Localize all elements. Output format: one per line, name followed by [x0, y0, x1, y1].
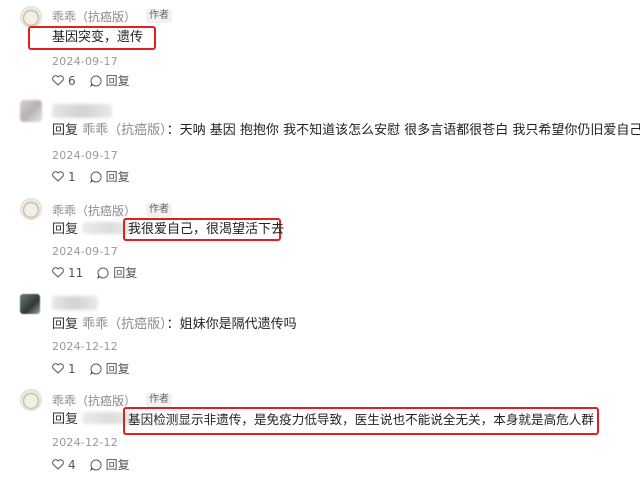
reply-button[interactable]: 回复	[89, 72, 130, 89]
comment-body: 基因检测显示非遗传，是免疫力低导致，医生说也不能说全无关，本身就是高危人群	[128, 412, 594, 427]
author-badge: 作者	[146, 9, 172, 23]
heart-icon	[52, 267, 64, 278]
heart-icon	[52, 363, 64, 374]
like-button[interactable]: 4	[52, 458, 76, 472]
comment-username[interactable]: 乖乖（抗癌版）	[52, 202, 136, 219]
comment-date: 2024-12-12	[52, 436, 118, 449]
comment-actions: 4 回复	[52, 456, 130, 473]
author-badge: 作者	[146, 393, 172, 407]
reply-button[interactable]: 回复	[89, 456, 130, 473]
reply-label: 回复	[113, 266, 138, 280]
speech-bubble-icon	[89, 362, 102, 375]
author-avatar[interactable]	[20, 198, 42, 220]
reply-label: 回复	[105, 458, 130, 472]
like-button[interactable]: 1	[52, 170, 76, 184]
user-avatar[interactable]	[20, 100, 42, 122]
comment-username-blurred[interactable]	[52, 296, 98, 310]
comment-date: 2024-09-17	[52, 149, 118, 162]
reply-prefix: 回复	[52, 317, 79, 332]
author-avatar[interactable]	[20, 6, 42, 28]
comment-body: ：天呐 基因 抱抱你 我不知道该怎么安慰 很多言语都很苍白 我只希望你仍旧爱自己	[166, 123, 640, 138]
comment-date: 2024-12-12	[52, 340, 118, 353]
reply-button[interactable]: 回复	[89, 168, 130, 185]
reply-prefix: 回复	[52, 412, 79, 427]
comment-username-blurred[interactable]	[52, 104, 112, 118]
like-count: 1	[68, 169, 76, 184]
comment-actions: 6 回复	[52, 72, 130, 89]
mention-username[interactable]: 乖乖（抗癌版）	[82, 317, 167, 332]
reply-button[interactable]: 回复	[89, 360, 130, 377]
comment-text: 回复 乖乖（抗癌版）：天呐 基因 抱抱你 我不知道该怎么安慰 很多言语都很苍白 …	[52, 122, 640, 140]
heart-icon	[52, 459, 64, 470]
comment-text: 回复 乖乖（抗癌版）：姐妹你是隔代遗传吗	[52, 316, 297, 334]
comment-username[interactable]: 乖乖（抗癌版）	[52, 8, 136, 25]
author-avatar[interactable]	[20, 389, 42, 411]
like-button[interactable]: 1	[52, 362, 76, 376]
comment-date: 2024-09-17	[52, 55, 118, 68]
speech-bubble-icon	[97, 266, 109, 279]
reply-prefix: 回复	[52, 222, 79, 237]
speech-bubble-icon	[89, 74, 102, 87]
reply-button[interactable]: 回复	[97, 264, 137, 281]
author-badge: 作者	[146, 203, 172, 217]
reply-label: 回复	[105, 362, 130, 376]
like-button[interactable]: 11	[52, 266, 83, 280]
like-count: 1	[68, 361, 76, 376]
heart-icon	[52, 171, 64, 182]
comment-date: 2024-09-17	[52, 245, 118, 258]
speech-bubble-icon	[89, 458, 102, 471]
reply-label: 回复	[105, 170, 130, 184]
comment-body: ：姐妹你是隔代遗传吗	[166, 317, 297, 332]
like-count: 4	[68, 457, 76, 472]
comment-actions: 11 回复	[52, 264, 137, 281]
user-avatar[interactable]	[20, 294, 40, 314]
like-button[interactable]: 6	[52, 74, 76, 88]
comment-text: 基因突变，遗传	[52, 30, 144, 45]
comment-actions: 1 回复	[52, 360, 130, 377]
reply-label: 回复	[105, 74, 130, 88]
comment-body: 我很爱自己，很渴望活下去	[128, 222, 285, 237]
mention-username[interactable]: 乖乖（抗癌版）	[82, 123, 167, 138]
comment-username[interactable]: 乖乖（抗癌版）	[52, 392, 136, 409]
heart-icon	[52, 75, 64, 86]
comment-actions: 1 回复	[52, 168, 130, 185]
reply-prefix: 回复	[52, 123, 79, 138]
speech-bubble-icon	[89, 170, 102, 183]
like-count: 11	[68, 265, 84, 280]
like-count: 6	[68, 73, 76, 88]
